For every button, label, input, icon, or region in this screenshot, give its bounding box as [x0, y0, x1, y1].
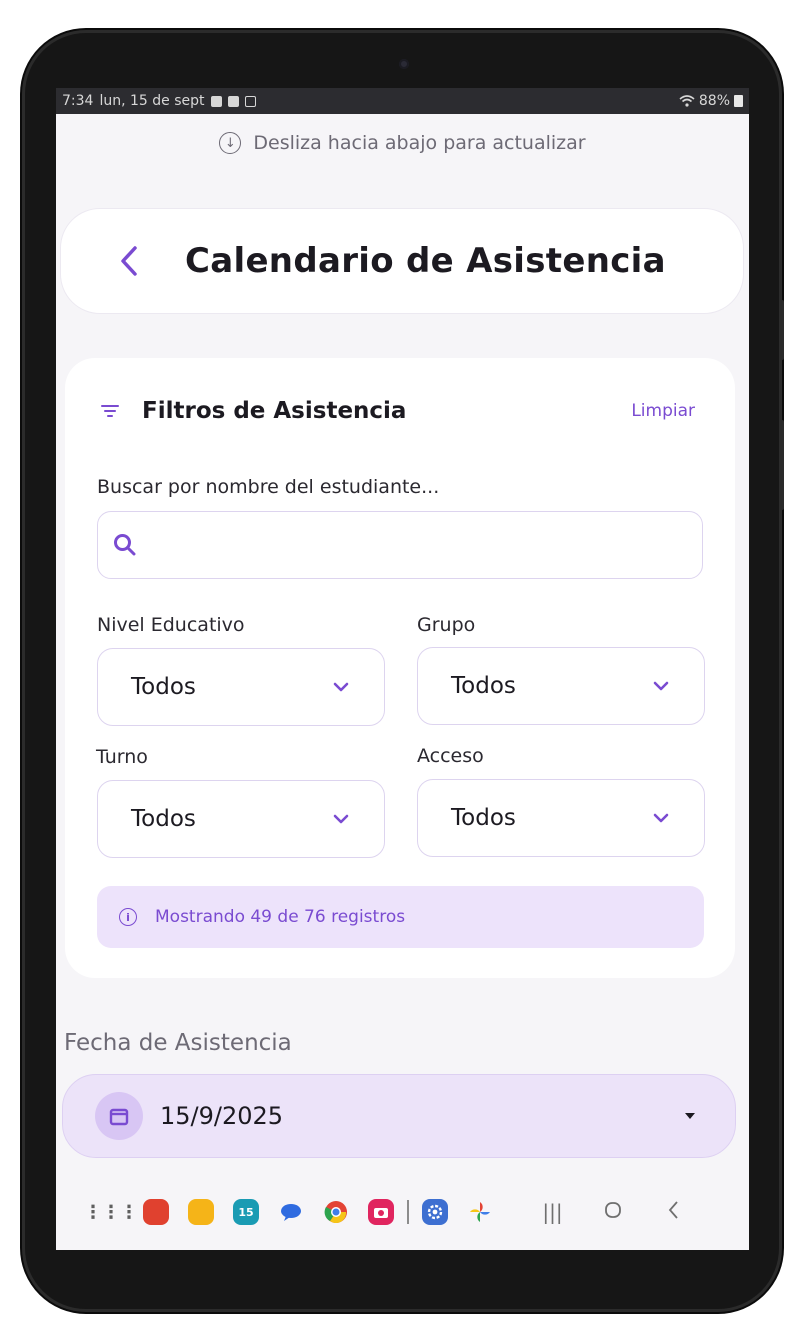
- filter-icon: [101, 405, 119, 417]
- messages-app-icon[interactable]: [278, 1199, 304, 1225]
- status-bar: 7:34 lun, 15 de sept 88%: [56, 88, 749, 114]
- recent-apps-button[interactable]: |||: [540, 1200, 566, 1224]
- settings-app-icon[interactable]: [421, 1199, 448, 1225]
- results-summary-text: Mostrando 49 de 76 registros: [155, 907, 406, 927]
- flipboard-app-icon[interactable]: [143, 1199, 169, 1225]
- filters-title: Filtros de Asistencia: [142, 398, 407, 424]
- back-button[interactable]: [119, 241, 145, 281]
- acceso-label: Acceso: [417, 745, 484, 767]
- chevron-down-icon: [652, 680, 670, 692]
- photos-app-icon[interactable]: [467, 1199, 493, 1225]
- chevron-down-icon: [332, 681, 350, 693]
- apps-grid-icon[interactable]: ⋮⋮⋮: [84, 1199, 138, 1225]
- calendar-app-icon[interactable]: 15: [233, 1199, 259, 1225]
- pull-to-refresh-hint: ↓ Desliza hacia abajo para actualizar: [56, 132, 749, 154]
- acceso-value: Todos: [451, 805, 516, 831]
- calendar-icon: [95, 1092, 143, 1140]
- chevron-down-icon: [332, 813, 350, 825]
- chevron-left-icon: [121, 246, 137, 276]
- filters-header: Filtros de Asistencia Limpiar: [100, 398, 695, 424]
- battery-icon: [734, 95, 743, 107]
- check-notification-icon: [227, 95, 239, 107]
- home-button[interactable]: [600, 1200, 626, 1225]
- nivel-educativo-label: Nivel Educativo: [97, 614, 245, 636]
- grupo-value: Todos: [451, 673, 516, 699]
- dropdown-caret-icon: [685, 1113, 695, 1119]
- refresh-hint-text: Desliza hacia abajo para actualizar: [253, 132, 586, 154]
- dock-divider: [407, 1200, 409, 1224]
- page-title: Calendario de Asistencia: [185, 241, 666, 281]
- screenshot-notification-icon: [244, 95, 256, 107]
- nivel-educativo-value: Todos: [131, 674, 196, 700]
- volume-button: [780, 300, 784, 360]
- results-summary-banner: i Mostrando 49 de 76 registros: [97, 886, 704, 948]
- search-input[interactable]: [97, 511, 703, 579]
- status-time: 7:34: [62, 93, 94, 109]
- back-nav-button[interactable]: [660, 1199, 686, 1226]
- date-value: 15/9/2025: [160, 1102, 284, 1130]
- clear-filters-button[interactable]: Limpiar: [631, 401, 695, 421]
- info-icon: i: [119, 908, 137, 926]
- battery-percent: 88%: [698, 93, 730, 109]
- filters-card: Filtros de Asistencia Limpiar Buscar por…: [65, 358, 735, 978]
- camera-app-icon[interactable]: [368, 1199, 394, 1225]
- front-camera: [399, 59, 409, 69]
- turno-value: Todos: [131, 806, 196, 832]
- header-bar: Calendario de Asistencia: [60, 208, 744, 314]
- arrow-down-circle-icon: ↓: [219, 132, 242, 154]
- gallery-notification-icon: [210, 95, 222, 107]
- power-button: [780, 420, 784, 510]
- grupo-select[interactable]: Todos: [417, 647, 705, 725]
- status-date: lun, 15 de sept: [99, 93, 205, 109]
- turno-label: Turno: [96, 746, 148, 768]
- chrome-app-icon[interactable]: [323, 1199, 349, 1225]
- date-label: Fecha de Asistencia: [64, 1030, 292, 1056]
- android-nav-bar: ⋮⋮⋮ 15 |||: [56, 1174, 749, 1250]
- app-screen: 7:34 lun, 15 de sept 88% ↓ Desliza hacia…: [56, 88, 749, 1250]
- nivel-educativo-select[interactable]: Todos: [97, 648, 385, 726]
- grupo-label: Grupo: [417, 614, 476, 636]
- search-icon: [114, 534, 136, 556]
- chevron-down-icon: [652, 812, 670, 824]
- wifi-icon: [679, 95, 695, 107]
- search-label: Buscar por nombre del estudiante...: [97, 476, 440, 498]
- notes-app-icon[interactable]: [188, 1199, 214, 1225]
- turno-select[interactable]: Todos: [97, 780, 385, 858]
- acceso-select[interactable]: Todos: [417, 779, 705, 857]
- date-picker[interactable]: 15/9/2025: [62, 1074, 736, 1158]
